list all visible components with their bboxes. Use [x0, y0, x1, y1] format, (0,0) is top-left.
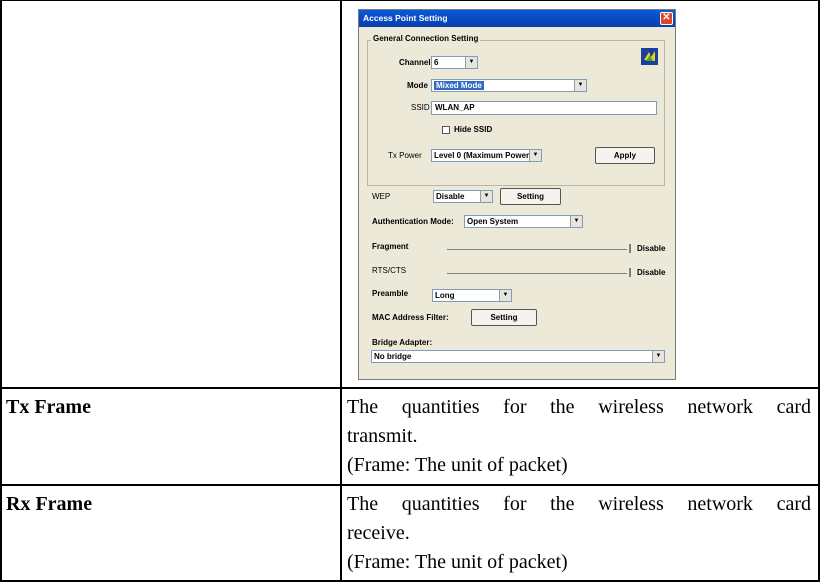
tx-power-select[interactable]: Level 0 (Maximum Power) ▼ [431, 149, 542, 162]
table-rule-2 [0, 484, 820, 486]
preamble-select[interactable]: Long ▼ [432, 289, 512, 302]
chevron-down-icon[interactable]: ▼ [480, 191, 492, 202]
tx-power-label: Tx Power [388, 151, 422, 160]
preamble-label: Preamble [372, 289, 409, 298]
row-desc-tx-line3: (Frame: The unit of packet) [347, 454, 568, 476]
wep-select[interactable]: Disable ▼ [433, 190, 493, 203]
channel-select[interactable]: 6 ▼ [431, 56, 478, 69]
rts-cts-slider-thumb[interactable] [629, 268, 631, 277]
bridge-adapter-select[interactable]: No bridge ▼ [371, 350, 665, 363]
row-desc-rx-line2: receive. [347, 522, 410, 544]
auth-mode-value: Open System [467, 217, 519, 226]
chevron-down-icon[interactable]: ▼ [529, 150, 541, 161]
row-desc-tx-line2: transmit. [347, 425, 418, 447]
hide-ssid-checkbox[interactable] [442, 126, 450, 134]
bridge-adapter-value: No bridge [374, 352, 412, 361]
chevron-down-icon[interactable]: ▼ [570, 216, 582, 227]
access-point-setting-dialog: Access Point Setting ✕ General Connectio… [358, 9, 676, 380]
apply-button[interactable]: Apply [595, 147, 655, 164]
table-rule-left [0, 0, 2, 582]
rts-cts-label: RTS/CTS [372, 266, 407, 275]
mode-value: Mixed Mode [434, 81, 484, 90]
access-point-icon [641, 48, 658, 65]
mac-filter-setting-button[interactable]: Setting [471, 309, 537, 326]
chevron-down-icon[interactable]: ▼ [465, 57, 477, 68]
tx-power-value: Level 0 (Maximum Power) [434, 151, 532, 160]
ssid-input[interactable]: WLAN_AP [431, 101, 657, 115]
row-desc-rx-line3: (Frame: The unit of packet) [347, 551, 568, 573]
preamble-value: Long [435, 291, 455, 300]
fragment-value: Disable [637, 244, 666, 253]
close-icon[interactable]: ✕ [660, 12, 673, 25]
ssid-label: SSID [411, 103, 430, 112]
group-title: General Connection Setting [371, 34, 481, 43]
fragment-slider-track[interactable] [447, 249, 627, 250]
table-rule-1 [0, 387, 820, 389]
fragment-slider-thumb[interactable] [629, 244, 631, 253]
bridge-adapter-label: Bridge Adapter: [372, 338, 433, 347]
wep-value: Disable [436, 192, 465, 201]
table-rule-top [0, 0, 820, 1]
mode-select[interactable]: Mixed Mode ▼ [431, 79, 587, 92]
hide-ssid-label: Hide SSID [454, 125, 493, 134]
rts-cts-slider-track[interactable] [447, 273, 627, 274]
chevron-down-icon[interactable]: ▼ [574, 80, 586, 91]
row-desc-rx-line1: The quantities for the wireless network … [347, 493, 811, 515]
auth-mode-select[interactable]: Open System ▼ [464, 215, 583, 228]
channel-label: Channel [399, 58, 431, 67]
mode-label: Mode [407, 81, 428, 90]
wep-label: WEP [372, 192, 391, 201]
dialog-titlebar[interactable]: Access Point Setting ✕ [359, 10, 675, 27]
wep-setting-button[interactable]: Setting [500, 188, 561, 205]
table-rule-middle [340, 0, 342, 582]
mac-filter-label: MAC Address Filter: [372, 313, 449, 322]
rts-cts-value: Disable [637, 268, 666, 277]
dialog-title: Access Point Setting [363, 13, 448, 23]
row-desc-tx-line1: The quantities for the wireless network … [347, 396, 811, 418]
chevron-down-icon[interactable]: ▼ [652, 351, 664, 362]
row-term-tx: Tx Frame [6, 396, 91, 418]
row-term-rx: Rx Frame [6, 493, 93, 515]
auth-mode-label: Authentication Mode: [372, 217, 454, 226]
channel-value: 6 [434, 58, 439, 67]
fragment-label: Fragment [372, 242, 409, 251]
chevron-down-icon[interactable]: ▼ [499, 290, 511, 301]
